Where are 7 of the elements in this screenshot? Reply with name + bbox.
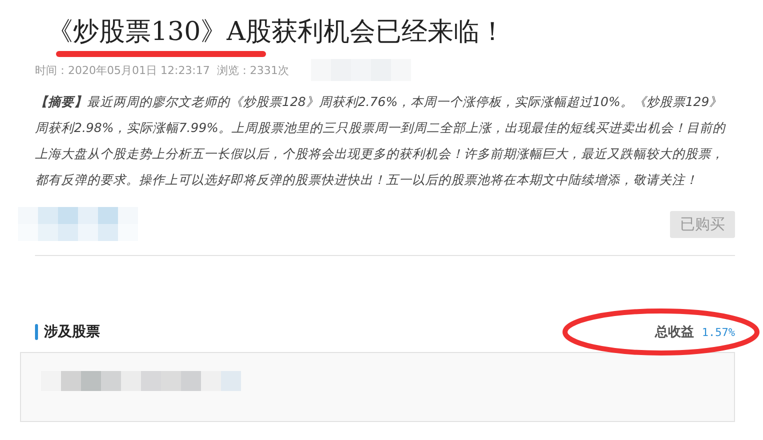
article-title: 《炒股票130》A股获利机会已经来临！ xyxy=(47,16,506,49)
section-marker xyxy=(35,324,38,340)
section-title: 涉及股票 xyxy=(44,323,101,341)
total-return-value: 1.57% xyxy=(702,326,735,338)
article-meta: 时间：2020年05月01日 12:23:17 浏览：2331次 xyxy=(35,62,289,78)
article-summary: 【摘要】最近两周的廖尔文老师的《炒股票128》周获利2.76%，本周一个涨停板，实际涨幅超过10%。《炒股票129》周获利2.98%，实际涨幅7.99%。上周股票池里的三只股票周一到周二全部上涨，出现最佳的短线买进卖出机会！目前的上海大盘从个股走势上分析五一长假以后，个股将会出现更多的获利机会！许多前期涨幅巨大，最近又跌幅较大的股票，都有反弹的要求。操作上可以选好即将反弹的股票快进快出！五一以后的股票池将在本期文中陆续增添，敬请关注！ xyxy=(35,93,727,189)
total-return-label: 总收益 xyxy=(654,324,694,341)
